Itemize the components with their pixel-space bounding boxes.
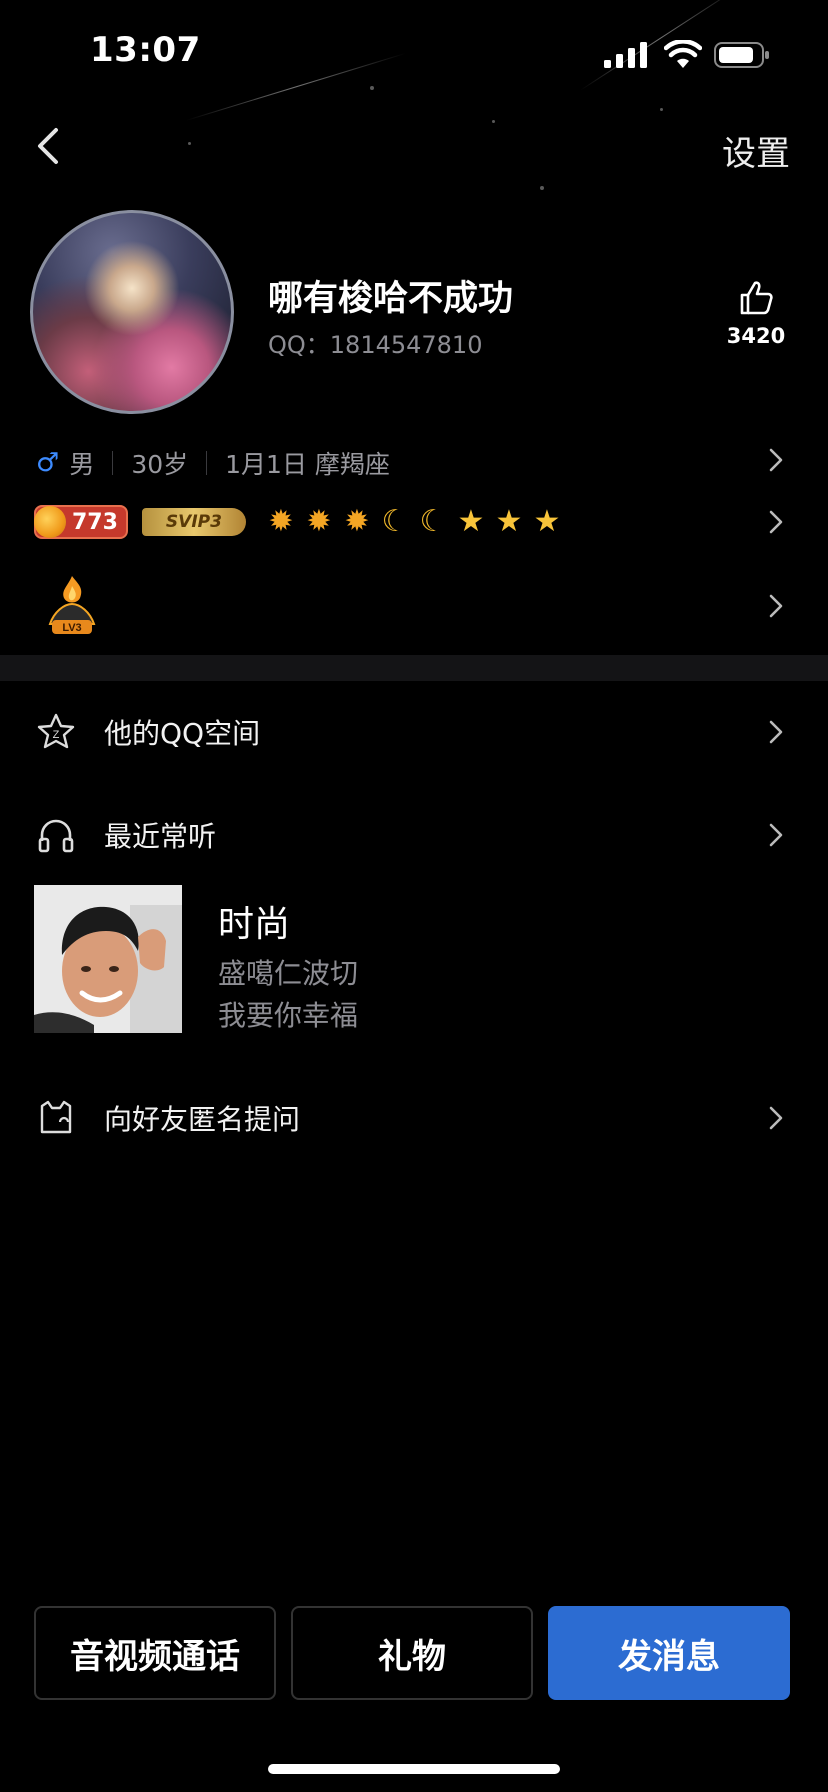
qq-level-icons: ✹ ✹ ✹ ☾ ☾ ★ ★ ★ <box>264 505 564 539</box>
status-time: 13:07 <box>90 30 201 70</box>
sun-icon: ✹ <box>344 504 370 539</box>
chevron-right-icon[interactable] <box>768 1105 784 1131</box>
birthday-text: 1月1日 摩羯座 <box>225 450 390 479</box>
sun-icon: ✹ <box>306 504 332 539</box>
song-title: 时尚 <box>218 904 291 945</box>
profile-info-row: ♂ 男 30岁 1月1日 摩羯座 <box>36 445 390 481</box>
battery-icon <box>714 42 769 68</box>
moon-icon: ☾ <box>419 504 447 539</box>
section-divider <box>0 655 828 681</box>
coin-icon <box>34 506 66 538</box>
background-star <box>540 186 544 190</box>
thumbs-up-icon[interactable] <box>738 280 774 316</box>
star-icon: ★ <box>495 504 523 539</box>
song-artist: 盛噶仁波切 <box>218 957 359 990</box>
send-message-button[interactable]: 发消息 <box>548 1606 790 1700</box>
home-indicator[interactable] <box>268 1764 560 1774</box>
profile-qq-number: QQ：1814547810 <box>268 331 483 359</box>
moon-icon: ☾ <box>381 504 409 539</box>
flame-level-label: LV3 <box>62 622 81 634</box>
like-count: 3420 <box>726 324 786 348</box>
star-icon: ★ <box>457 504 485 539</box>
divider <box>112 451 114 475</box>
age-text: 30岁 <box>131 450 189 479</box>
svg-text:Z: Z <box>53 729 60 741</box>
menu-item-label: 向好友匿名提问 <box>104 1103 301 1136</box>
background-star <box>492 120 495 123</box>
level-badges-row[interactable]: 773 SVIP3 ✹ ✹ ✹ ☾ ☾ ★ ★ ★ <box>34 505 564 539</box>
male-icon: ♂ <box>36 448 60 478</box>
chevron-right-icon[interactable] <box>768 447 784 473</box>
gender-text: 男 <box>69 450 95 479</box>
menu-item-label: 最近常听 <box>104 820 217 853</box>
menu-item-anonymous-question[interactable]: 向好友匿名提问 <box>36 1098 300 1138</box>
cellular-signal-icon <box>604 42 647 68</box>
background-star <box>370 86 374 90</box>
menu-item-label: 他的QQ空间 <box>104 717 261 750</box>
song-name: 我要你幸福 <box>218 999 359 1032</box>
gift-button[interactable]: 礼物 <box>291 1606 533 1700</box>
svip-badge: SVIP3 <box>141 508 246 536</box>
chevron-right-icon[interactable] <box>768 822 784 848</box>
star-icon: ★ <box>533 504 561 539</box>
qzone-star-icon: Z <box>37 713 75 749</box>
coin-level-badge: 773 <box>34 505 128 539</box>
headphones-icon <box>38 819 74 853</box>
chevron-right-icon[interactable] <box>768 719 784 745</box>
video-call-button[interactable]: 音视频通话 <box>34 1606 276 1700</box>
wifi-icon <box>664 40 702 68</box>
profile-nickname: 哪有梭哈不成功 <box>268 279 514 319</box>
background-star <box>188 142 191 145</box>
flame-level-icon: LV3 <box>48 576 96 634</box>
back-chevron-icon[interactable] <box>32 124 64 168</box>
album-cover[interactable] <box>34 885 182 1033</box>
album-cover-portrait <box>34 885 182 1033</box>
background-star <box>660 108 663 111</box>
avatar[interactable] <box>30 210 234 414</box>
anonymous-box-icon <box>40 1100 72 1134</box>
menu-item-qzone[interactable]: Z 他的QQ空间 <box>36 712 260 752</box>
sun-icon: ✹ <box>268 504 294 539</box>
chevron-right-icon[interactable] <box>768 593 784 619</box>
settings-button[interactable]: 设置 <box>722 126 790 175</box>
chevron-right-icon[interactable] <box>768 509 784 535</box>
divider <box>206 451 208 475</box>
menu-item-recent-music[interactable]: 最近常听 <box>36 815 216 855</box>
coin-level-value: 773 <box>72 509 118 535</box>
